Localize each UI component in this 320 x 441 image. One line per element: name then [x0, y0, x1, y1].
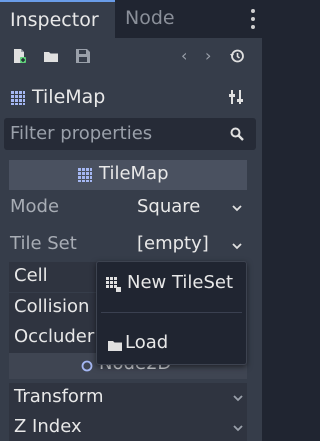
- tile-set-label: Tile Set: [10, 233, 77, 254]
- object-name: TileMap: [32, 86, 106, 108]
- object-tools-icon[interactable]: [228, 88, 244, 106]
- menu-item-load-label: Load: [125, 332, 169, 353]
- menu-item-load[interactable]: Load: [99, 328, 244, 362]
- group-occluder-label: Occluder: [14, 326, 95, 347]
- history-back-icon[interactable]: ‹: [181, 46, 187, 65]
- mode-dropdown[interactable]: Square: [130, 194, 248, 222]
- section-title: TileMap: [99, 163, 169, 184]
- tileset-icon: [106, 277, 121, 292]
- open-folder-icon[interactable]: [43, 48, 59, 64]
- tile-set-value: [empty]: [137, 233, 209, 254]
- menu-separator: [101, 312, 242, 313]
- tab-bar: Inspector Node: [0, 0, 262, 38]
- filter-placeholder: Filter properties: [10, 123, 153, 144]
- group-z-index[interactable]: Z Index: [9, 413, 247, 441]
- tab-inspector[interactable]: Inspector: [0, 0, 115, 38]
- tilemap-icon: [11, 91, 25, 105]
- menu-dots-icon[interactable]: [250, 9, 256, 29]
- load-folder-icon: [108, 341, 122, 351]
- group-transform-label: Transform: [14, 386, 104, 407]
- group-z-index-label: Z Index: [14, 416, 82, 437]
- tilemap-section-header: TileMap: [9, 160, 247, 190]
- group-cell-label: Cell: [14, 265, 48, 286]
- tileset-popup-menu: New TileSet Load: [96, 261, 247, 365]
- chevron-down-icon: [232, 243, 242, 250]
- group-collision-label: Collision: [14, 296, 90, 317]
- menu-item-new-tileset[interactable]: New TileSet: [99, 266, 244, 302]
- new-resource-icon[interactable]: [11, 48, 27, 64]
- tab-node[interactable]: Node: [115, 0, 205, 38]
- tile-set-dropdown[interactable]: [empty]: [130, 231, 248, 259]
- history-forward-icon[interactable]: ›: [205, 46, 211, 65]
- mode-value: Square: [137, 196, 201, 217]
- tilemap-icon: [78, 168, 92, 182]
- history-icon[interactable]: [229, 48, 245, 64]
- mode-label: Mode: [10, 196, 60, 217]
- save-icon[interactable]: [75, 48, 91, 64]
- group-transform[interactable]: Transform: [9, 383, 247, 413]
- chevron-down-icon: [233, 395, 243, 402]
- chevron-down-icon: [232, 205, 242, 212]
- chevron-down-icon: [233, 425, 243, 432]
- menu-item-new-tileset-label: New TileSet: [127, 272, 234, 293]
- filter-properties-input[interactable]: Filter properties: [4, 118, 256, 150]
- search-icon: [230, 127, 244, 141]
- node2d-icon: [81, 360, 93, 372]
